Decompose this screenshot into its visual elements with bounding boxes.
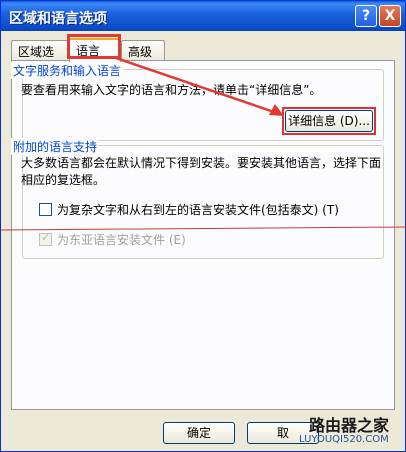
title-bar[interactable]: 区域和语言选项 ? X xyxy=(1,1,405,31)
text-services-legend: 文字服务和输入语言 xyxy=(11,62,124,79)
watermark-logo: 路由器之家 xyxy=(309,416,390,435)
close-button[interactable]: X xyxy=(379,5,401,27)
ok-button[interactable]: 确定 xyxy=(163,422,235,444)
help-button[interactable]: ? xyxy=(355,5,377,27)
window-title: 区域和语言选项 xyxy=(9,11,107,27)
supplemental-language-description: 大多数语言都会在默认情况下得到安装。要安装其他语言，选择下面相应的复选框。 xyxy=(21,156,382,187)
east-asian-label: 为东亚语言安装文件 (E) xyxy=(57,233,186,247)
complex-script-checkbox[interactable] xyxy=(39,203,52,216)
text-services-description: 要查看用来输入文字的语言和方法，请单击“详细信息”。 xyxy=(21,83,322,97)
supplemental-language-legend: 附加的语言支持 xyxy=(11,138,100,155)
watermark-url: LUYOUQI520.COM xyxy=(299,434,389,445)
east-asian-checkbox xyxy=(39,231,52,246)
tab-advanced[interactable]: 高级 xyxy=(121,40,165,60)
tab-region-options[interactable]: 区域选项 xyxy=(11,40,71,76)
details-button-highlight xyxy=(282,107,376,135)
dialog-window: 区域和语言选项 ? X 区域选项 语言 高级 文字服务和输入语言 要查看用来输入… xyxy=(0,0,406,452)
complex-script-label[interactable]: 为复杂文字和从右到左的语言安装文件(包括泰文) (T) xyxy=(57,201,339,218)
language-tab-highlight xyxy=(67,34,121,59)
